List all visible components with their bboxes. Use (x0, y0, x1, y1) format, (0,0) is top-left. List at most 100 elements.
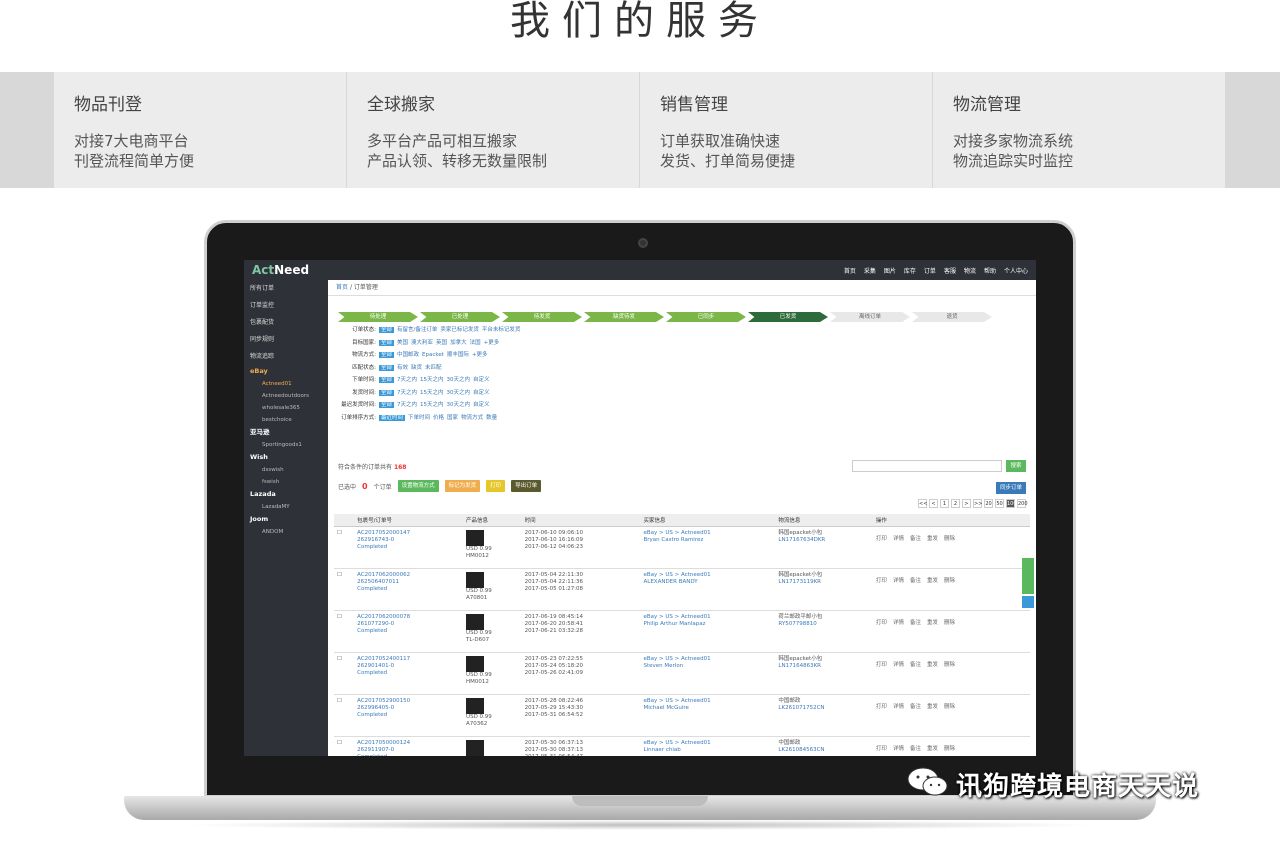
row-action-button[interactable]: 详情 (893, 620, 904, 627)
page-button[interactable]: > (962, 499, 971, 508)
filter-option[interactable]: 有留言/备注订单 (397, 327, 437, 333)
tracking-number[interactable]: RY507798810 (778, 621, 870, 628)
filter-option[interactable]: 物流方式 (461, 415, 483, 421)
row-action-button[interactable]: 打印 (876, 620, 887, 627)
filter-option[interactable]: 卖家已标记发货 (440, 327, 479, 333)
package-number[interactable]: AC2017062000078 (357, 614, 460, 621)
filter-option[interactable]: 30天之内 (447, 402, 471, 408)
row-action-button[interactable]: 打印 (876, 578, 887, 585)
row-checkbox[interactable]: ☐ (334, 652, 355, 695)
sidebar-section-ebay[interactable]: eBay (244, 365, 328, 378)
filter-option[interactable]: +更多 (472, 352, 488, 358)
order-number[interactable]: 262916743-0 (357, 537, 460, 544)
page-button[interactable]: 2 (951, 499, 960, 508)
action-button[interactable]: 设置物流方式 (397, 480, 439, 492)
row-action-button[interactable]: 打印 (876, 746, 887, 753)
sidebar-item[interactable]: 订单监控 (244, 297, 328, 314)
filter-option[interactable]: 7天之内 (397, 402, 417, 408)
filter-option-active[interactable]: 全部 (379, 402, 395, 408)
sync-orders-button[interactable]: 同步订单 (995, 482, 1026, 494)
page-button[interactable]: 1 (940, 499, 949, 508)
filter-option[interactable]: 价格 (433, 415, 444, 421)
tracking-number[interactable]: LK261084563CN (778, 747, 870, 754)
sidebar-item[interactable]: 同步规则 (244, 331, 328, 348)
sidebar-item[interactable]: 物流追踪 (244, 348, 328, 365)
buyer-name[interactable]: Linnaer chiab (644, 747, 773, 754)
product-thumbnail[interactable] (466, 529, 485, 546)
buyer-name[interactable]: Bryan Castro Ramirez (644, 537, 773, 544)
page-button[interactable]: < (929, 499, 938, 508)
tracking-number[interactable]: LN17167634DKR (778, 537, 870, 544)
row-action-button[interactable]: 备注 (910, 536, 921, 543)
row-checkbox[interactable]: ☐ (334, 736, 355, 756)
select-all-checkbox[interactable] (334, 514, 355, 527)
step-tab[interactable]: 退货 (912, 312, 992, 322)
filter-option[interactable]: 15天之内 (420, 402, 444, 408)
row-action-button[interactable]: 详情 (893, 578, 904, 585)
filter-option[interactable]: 30天之内 (447, 390, 471, 396)
filter-option-active[interactable]: 全部 (379, 364, 395, 371)
row-action-button[interactable]: 重发 (927, 662, 938, 669)
filter-option[interactable]: 国家 (447, 415, 458, 421)
filter-option[interactable]: 未匹配 (425, 365, 442, 371)
order-number[interactable]: 262996405-0 (357, 705, 460, 712)
order-number[interactable]: 262506407011 (357, 579, 460, 586)
sidebar-section-joom[interactable]: Joom (244, 513, 328, 526)
row-action-button[interactable]: 删除 (944, 620, 955, 627)
package-number[interactable]: AC2017052000147 (357, 530, 460, 537)
product-thumbnail[interactable] (466, 571, 485, 588)
filter-option[interactable]: 澳大利亚 (411, 340, 433, 346)
row-action-button[interactable]: 备注 (910, 578, 921, 585)
filter-option-active[interactable]: 全部 (379, 377, 395, 383)
table-row[interactable]: ☐ AC2017052000147 262916743-0 Completed USD … (334, 526, 1030, 569)
filter-option[interactable]: 7天之内 (397, 377, 417, 383)
row-action-button[interactable]: 备注 (910, 620, 921, 627)
table-row[interactable]: ☐AC2017050000124262911907-0CompletedUSD … (334, 736, 1030, 756)
row-checkbox[interactable]: ☐ (334, 610, 355, 653)
row-action-button[interactable]: 重发 (927, 536, 938, 543)
buyer-account[interactable]: eBay > US > Actneed01 (644, 572, 773, 579)
filter-option[interactable]: 加拿大 (450, 340, 467, 346)
step-tab[interactable]: 待处理 (338, 312, 418, 322)
page-button[interactable]: 100 (1006, 499, 1017, 508)
row-action-button[interactable]: 删除 (944, 704, 955, 711)
row-action-button[interactable]: 删除 (944, 662, 955, 669)
filter-option[interactable]: 英国 (436, 340, 447, 346)
filter-option[interactable]: Epacket (422, 352, 444, 358)
sidebar-account[interactable]: dsswish (244, 464, 328, 476)
order-number[interactable]: 261077290-0 (357, 621, 460, 628)
product-thumbnail[interactable] (466, 739, 485, 756)
page-button[interactable]: << (918, 499, 927, 508)
row-action-button[interactable]: 重发 (927, 578, 938, 585)
filter-option[interactable]: 中国邮政 (397, 352, 419, 358)
step-tab[interactable]: 已发货 (748, 312, 828, 322)
package-number[interactable]: AC2017062000062 (357, 572, 460, 579)
buyer-account[interactable]: eBay > US > Actneed01 (644, 530, 773, 537)
row-action-button[interactable]: 删除 (944, 536, 955, 543)
tracking-number[interactable]: LN17164863KR (778, 663, 870, 670)
row-action-button[interactable]: 删除 (944, 746, 955, 753)
sidebar-section-wish[interactable]: Wish (244, 451, 328, 464)
page-button[interactable]: 200 (1017, 499, 1028, 508)
row-action-button[interactable]: 详情 (893, 746, 904, 753)
filter-option[interactable]: 平台未标记发货 (482, 327, 521, 333)
filter-option[interactable]: 美国 (397, 340, 408, 346)
buyer-account[interactable]: eBay > US > Actneed01 (644, 656, 773, 663)
table-row[interactable]: ☐ AC2017062000062 262506407011 Completed USD… (334, 568, 1030, 611)
sidebar-account[interactable]: fswish (244, 476, 328, 488)
scroll-down-icon[interactable] (1022, 596, 1034, 608)
filter-option-active[interactable]: 全部 (379, 389, 395, 396)
filter-option[interactable]: 下单时间 (408, 415, 430, 421)
sidebar-account[interactable]: ANDOM (244, 526, 328, 538)
step-tab[interactable]: 离线订单 (830, 312, 910, 322)
filter-option[interactable]: 自定义 (473, 377, 490, 383)
row-action-button[interactable]: 打印 (876, 662, 887, 669)
row-action-button[interactable]: 重发 (927, 620, 938, 627)
action-button[interactable]: 打印 (486, 480, 506, 492)
action-button[interactable]: 导出订单 (511, 480, 542, 492)
page-button[interactable]: 20 (984, 499, 993, 508)
tracking-number[interactable]: LK261071752CN (778, 705, 870, 712)
sidebar-item[interactable]: 包裹配货 (244, 314, 328, 331)
product-thumbnail[interactable] (466, 655, 485, 672)
step-tab[interactable]: 缺货待发 (584, 312, 664, 322)
